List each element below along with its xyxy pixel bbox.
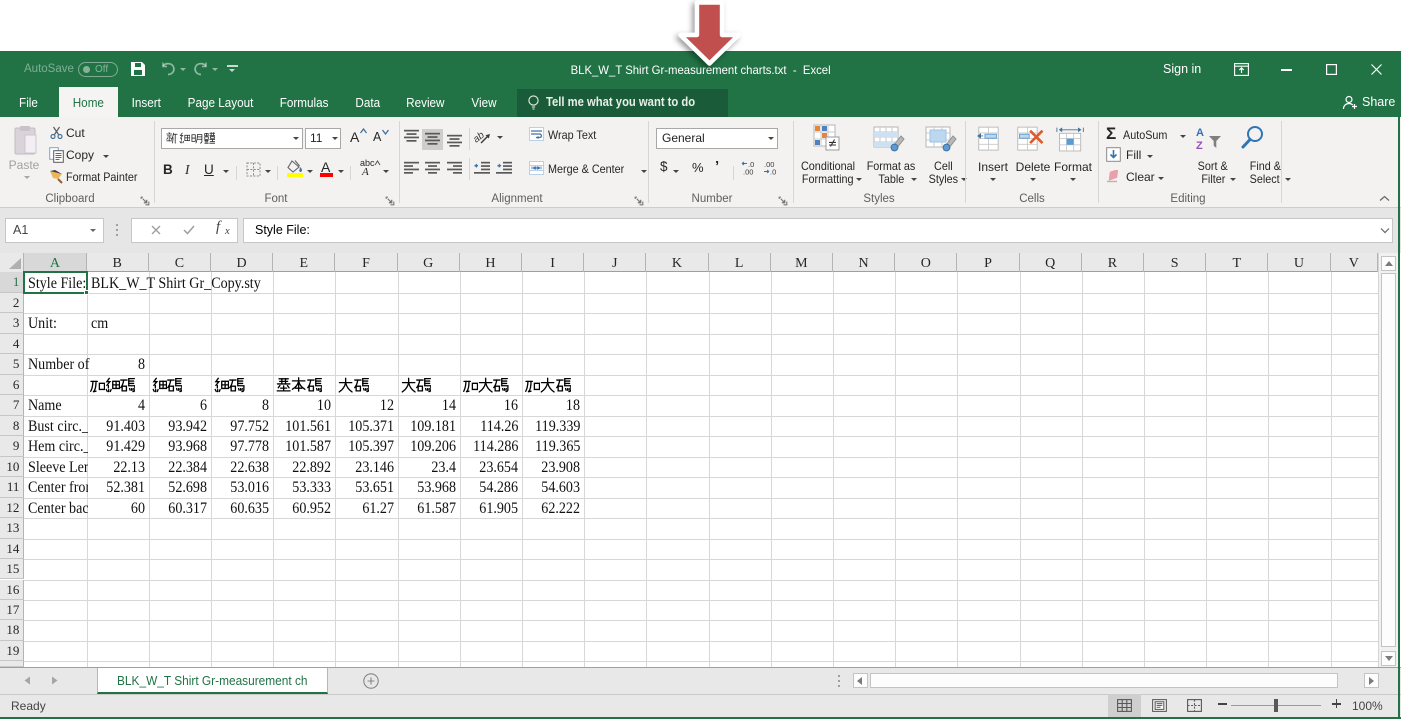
svg-text:.00: .00 <box>743 168 753 176</box>
svg-text:Z: Z <box>1196 140 1203 150</box>
svg-text:A: A <box>1196 127 1204 139</box>
svg-text:.0: .0 <box>770 168 776 176</box>
svg-text:ab: ab <box>474 130 487 146</box>
